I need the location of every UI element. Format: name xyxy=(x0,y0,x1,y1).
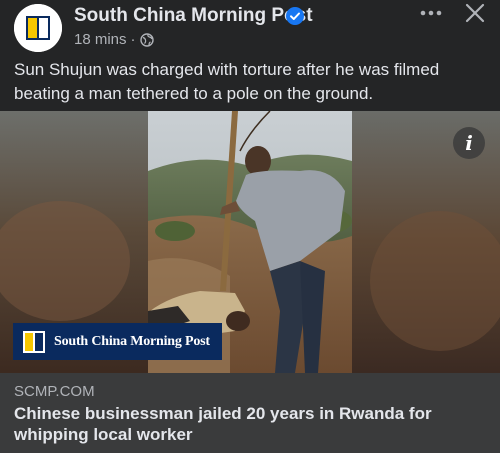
page-avatar[interactable] xyxy=(14,4,62,52)
globe-icon xyxy=(139,32,154,47)
close-icon xyxy=(465,3,485,23)
scmp-logo-icon xyxy=(14,4,62,52)
post-header: South China Morning Post 18 mins · xyxy=(0,0,500,56)
post-timestamp[interactable]: 18 mins xyxy=(74,31,127,48)
link-title[interactable]: Chinese businessman jailed 20 years in R… xyxy=(14,403,490,445)
watermark-text: South China Morning Post xyxy=(54,333,210,349)
meta-separator: · xyxy=(130,31,136,48)
link-preview[interactable]: SCMP.COM Chinese businessman jailed 20 y… xyxy=(0,373,500,453)
feed-post: South China Morning Post 18 mins · Sun S… xyxy=(0,0,500,453)
more-options-button[interactable] xyxy=(416,4,446,26)
more-options-icon xyxy=(420,10,442,16)
scmp-mark-icon xyxy=(23,330,45,353)
post-image[interactable]: i South China Morning Post xyxy=(0,111,500,373)
close-button[interactable] xyxy=(460,2,490,28)
link-domain: SCMP.COM xyxy=(14,383,95,400)
post-caption: Sun Shujun was charged with torture afte… xyxy=(14,60,440,103)
page-name[interactable]: South China Morning Post xyxy=(74,5,313,27)
post-meta: 18 mins · xyxy=(74,31,154,48)
scmp-watermark-badge: South China Morning Post xyxy=(13,323,222,360)
verified-badge-icon xyxy=(286,7,304,25)
info-button[interactable]: i xyxy=(453,127,485,159)
